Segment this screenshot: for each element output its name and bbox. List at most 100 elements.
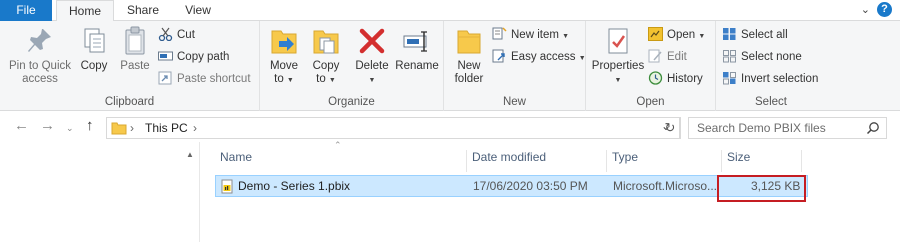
copy-path-button[interactable]: Copy path	[158, 47, 229, 67]
open-group: Properties ▼ Open ▼ Edit History Open	[586, 21, 716, 111]
copy-path-icon	[158, 49, 173, 63]
select-all-button[interactable]: Select all	[722, 25, 788, 45]
history-button[interactable]: History	[648, 69, 703, 89]
easy-access-dropdown-arrow-icon: ▼	[578, 55, 586, 62]
recent-locations-chevron-icon[interactable]: ⌄	[66, 120, 74, 136]
new-item-dropdown-arrow-icon: ▼	[562, 33, 570, 40]
select-all-label: Select all	[741, 29, 788, 41]
clipboard-group-label: Clipboard	[104, 96, 155, 108]
up-arrow-icon[interactable]: ↑	[86, 118, 94, 134]
ribbon-collapse-chevron-icon[interactable]: ⌄	[861, 3, 870, 16]
history-label: History	[667, 73, 703, 85]
search-input[interactable]	[689, 118, 859, 138]
help-icon[interactable]: ?	[877, 2, 892, 17]
copy-to-label-1: Copy	[312, 60, 340, 72]
new-folder-button[interactable]: New folder	[448, 25, 490, 86]
column-header-name[interactable]: Name	[215, 150, 467, 172]
properties-button[interactable]: Properties ▼	[590, 25, 646, 87]
open-button[interactable]: Open ▼	[648, 25, 705, 45]
select-none-button[interactable]: Select none	[722, 47, 802, 67]
delete-x-icon	[357, 25, 387, 57]
history-icon	[648, 71, 663, 85]
select-none-icon	[722, 49, 737, 63]
new-folder-icon	[454, 25, 484, 57]
new-group-label: New	[502, 96, 526, 108]
invert-selection-button[interactable]: Invert selection	[722, 69, 818, 89]
organize-group-label: Organize	[328, 96, 375, 108]
organize-group: Move to ▼ Copy to ▼ Delete ▼ Rename Orga…	[260, 21, 444, 111]
move-to-folder-icon	[269, 25, 299, 57]
copy-to-dropdown-arrow-icon: ▼	[328, 77, 336, 84]
open-file-icon	[648, 27, 663, 41]
cut-button[interactable]: Cut	[158, 25, 195, 45]
column-header-date-modified[interactable]: Date modified	[467, 150, 607, 172]
edit-label: Edit	[667, 51, 687, 63]
pbix-file-icon	[220, 179, 234, 197]
pin-to-quick-access-button[interactable]: Pin to Quick access	[6, 25, 74, 86]
refresh-icon[interactable]: ↻	[660, 117, 681, 139]
address-bar[interactable]: › This PC › ⌄	[106, 117, 680, 139]
move-to-button[interactable]: Move to ▼	[264, 25, 304, 87]
paste-shortcut-icon	[158, 71, 173, 85]
paste-shortcut-label: Paste shortcut	[177, 73, 251, 85]
open-dropdown-arrow-icon: ▼	[698, 33, 706, 40]
tab-view[interactable]: View	[178, 0, 218, 21]
open-label: Open	[667, 29, 696, 41]
search-icon[interactable]	[866, 121, 880, 138]
copy-to-label-2: to	[316, 73, 326, 85]
tab-home[interactable]: Home	[56, 0, 114, 22]
copy-to-button[interactable]: Copy to ▼	[306, 25, 346, 87]
rename-label: Rename	[395, 60, 439, 72]
select-group-label: Select	[755, 96, 787, 108]
move-to-dropdown-arrow-icon: ▼	[286, 77, 294, 84]
properties-icon	[603, 25, 633, 57]
scissors-icon	[158, 27, 173, 42]
search-box	[688, 117, 887, 139]
clipboard-paste-icon	[120, 25, 150, 57]
easy-access-button[interactable]: Easy access ▼	[492, 47, 586, 67]
column-header-size[interactable]: Size	[722, 150, 802, 172]
rename-button[interactable]: Rename	[394, 25, 440, 73]
pin-label-line1: Pin to Quick	[9, 60, 71, 72]
pc-folder-icon	[111, 121, 127, 138]
path-separator: ›	[130, 121, 134, 135]
size-highlight-box	[717, 175, 806, 202]
new-item-label: New item	[511, 29, 559, 41]
forward-arrow-icon[interactable]: →	[40, 118, 55, 134]
delete-button[interactable]: Delete ▼	[352, 25, 392, 87]
file-date-modified: 17/06/2020 03:50 PM	[473, 179, 588, 193]
move-to-label-2: to	[274, 73, 284, 85]
navigation-pane[interactable]: ▲	[0, 142, 200, 242]
rename-icon	[402, 25, 432, 57]
select-group: Select all Select none Invert selection …	[716, 21, 826, 111]
new-folder-label-1: New	[457, 60, 481, 72]
path-separator-2: ›	[193, 121, 197, 135]
open-group-label: Open	[636, 96, 665, 108]
properties-dropdown-arrow-icon: ▼	[614, 77, 622, 84]
ribbon: Pin to Quick access Copy Paste Cut Copy …	[0, 21, 900, 111]
cut-label: Cut	[177, 29, 195, 41]
new-item-button[interactable]: New item ▼	[492, 25, 569, 45]
properties-label: Properties	[591, 60, 645, 72]
copy-to-folder-icon	[311, 25, 341, 57]
new-folder-label-2: folder	[454, 73, 484, 85]
tab-file[interactable]: File	[0, 0, 52, 21]
paste-label: Paste	[120, 60, 150, 72]
nav-scroll-up-arrow-icon[interactable]: ▲	[186, 150, 194, 159]
breadcrumb-this-pc[interactable]: This PC	[145, 121, 188, 135]
easy-access-icon	[492, 49, 507, 63]
copy-button[interactable]: Copy	[76, 25, 112, 73]
paste-shortcut-button[interactable]: Paste shortcut	[158, 69, 251, 89]
easy-access-label: Easy access	[511, 51, 576, 63]
file-name: Demo - Series 1.pbix	[238, 179, 351, 193]
select-none-label: Select none	[741, 51, 802, 63]
column-header-type[interactable]: Type	[607, 150, 722, 172]
tab-share[interactable]: Share	[118, 0, 168, 21]
edit-button[interactable]: Edit	[648, 47, 687, 67]
pin-label-line2: access	[22, 73, 58, 85]
paste-button[interactable]: Paste	[116, 25, 154, 73]
back-arrow-icon[interactable]: ←	[14, 118, 29, 134]
file-type: Microsoft.Microso...	[613, 179, 718, 193]
delete-label: Delete	[355, 60, 389, 72]
move-to-label-1: Move	[269, 60, 299, 72]
